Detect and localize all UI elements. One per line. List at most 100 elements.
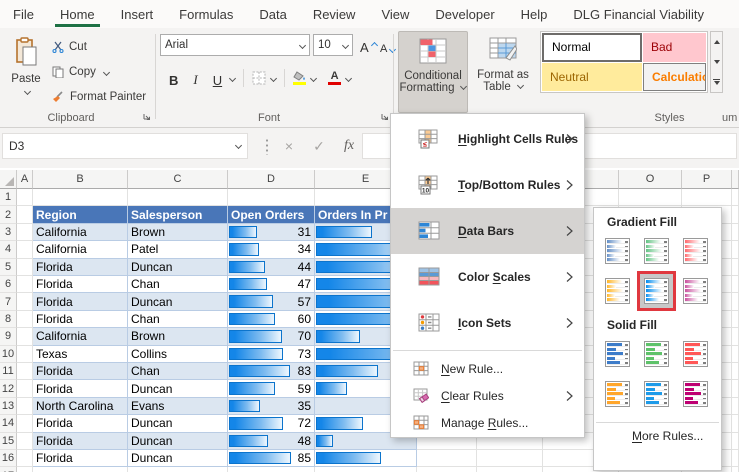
menu-item-rules[interactable]: Manage Rules... xyxy=(391,409,584,436)
row-header-2[interactable]: 2 xyxy=(0,206,17,223)
cell-B9[interactable]: California xyxy=(33,328,128,345)
cell-A14[interactable] xyxy=(17,415,33,432)
menu-item-scales[interactable]: Color Scales xyxy=(391,254,584,300)
style-cell-bad[interactable]: Bad xyxy=(643,33,706,62)
styles-gallery-down-icon[interactable] xyxy=(711,52,722,72)
cell-C15[interactable]: Duncan xyxy=(128,433,228,450)
underline-button[interactable]: U xyxy=(210,67,225,89)
cell-Q3[interactable] xyxy=(732,224,739,241)
font-color-dropdown-icon[interactable] xyxy=(345,74,352,81)
cell-A13[interactable] xyxy=(17,398,33,415)
column-header-O[interactable]: O xyxy=(619,170,682,189)
cell-D15[interactable]: 48 xyxy=(228,433,315,450)
solid-data-bar-swatch-3[interactable] xyxy=(676,334,715,374)
cell-C16[interactable]: Duncan xyxy=(128,450,228,467)
menu-item-new-rule[interactable]: New Rule... xyxy=(391,355,584,382)
cell-B6[interactable]: Florida xyxy=(33,276,128,293)
cell-Q2[interactable] xyxy=(732,206,739,223)
row-header-17[interactable]: 17 xyxy=(0,467,17,472)
cell-C2[interactable]: Salesperson xyxy=(128,206,228,223)
tab-developer[interactable]: Developer xyxy=(422,0,507,28)
cell-B17[interactable] xyxy=(33,467,128,472)
column-header-A[interactable]: A xyxy=(17,170,33,189)
cell-B12[interactable]: Florida xyxy=(33,380,128,397)
cell-B15[interactable]: Florida xyxy=(33,433,128,450)
column-header-B[interactable]: B xyxy=(33,170,128,189)
cell-Q9[interactable] xyxy=(732,328,739,345)
tab-file[interactable]: File xyxy=(0,0,47,28)
cell-A4[interactable] xyxy=(17,241,33,258)
cell-D3[interactable]: 31 xyxy=(228,224,315,241)
cell-Q10[interactable] xyxy=(732,346,739,363)
column-header-P[interactable]: P xyxy=(682,170,732,189)
row-header-3[interactable]: 3 xyxy=(0,224,17,241)
select-all-corner[interactable] xyxy=(0,170,17,189)
cell-P1[interactable] xyxy=(682,189,732,206)
row-header-4[interactable]: 4 xyxy=(0,241,17,258)
menu-item-icon-sets[interactable]: Icon Sets xyxy=(391,300,584,346)
menu-item-highlight-cells-rules[interactable]: ≤Highlight Cells Rules xyxy=(391,116,584,162)
style-cell-calculation[interactable]: Calculation xyxy=(643,63,706,92)
cell-B13[interactable]: North Carolina xyxy=(33,398,128,415)
gradient-data-bar-swatch-1[interactable] xyxy=(598,231,637,271)
cell-A15[interactable] xyxy=(17,433,33,450)
cell-C12[interactable]: Duncan xyxy=(128,380,228,397)
solid-data-bar-swatch-5[interactable] xyxy=(637,374,676,414)
clipboard-dialog-launcher-icon[interactable] xyxy=(142,112,152,122)
cell-B16[interactable]: Florida xyxy=(33,450,128,467)
cut-button[interactable]: Cut xyxy=(52,36,146,58)
enter-button[interactable]: ✓ xyxy=(306,133,332,159)
column-header-C[interactable]: C xyxy=(128,170,228,189)
name-box[interactable]: D3 xyxy=(2,133,248,159)
cell-A6[interactable] xyxy=(17,276,33,293)
solid-data-bar-swatch-2[interactable] xyxy=(637,334,676,374)
font-color-icon[interactable]: A xyxy=(328,71,341,86)
cell-C4[interactable]: Patel xyxy=(128,241,228,258)
cell-C6[interactable]: Chan xyxy=(128,276,228,293)
cell-Q4[interactable] xyxy=(732,241,739,258)
cell-E17[interactable] xyxy=(315,467,417,472)
cell-D9[interactable]: 70 xyxy=(228,328,315,345)
cell-A5[interactable] xyxy=(17,259,33,276)
gradient-data-bar-swatch-2[interactable] xyxy=(637,231,676,271)
cell-Q5[interactable] xyxy=(732,259,739,276)
row-header-8[interactable]: 8 xyxy=(0,311,17,328)
formula-bar-resizer[interactable] xyxy=(265,138,269,155)
cell-C17[interactable] xyxy=(128,467,228,472)
row-header-14[interactable]: 14 xyxy=(0,415,17,432)
cell-D13[interactable]: 35 xyxy=(228,398,315,415)
cell-A10[interactable] xyxy=(17,346,33,363)
solid-data-bar-swatch-6[interactable] xyxy=(676,374,715,414)
tab-insert[interactable]: Insert xyxy=(108,0,167,28)
cell-D2[interactable]: Open Orders xyxy=(228,206,315,223)
cell-C10[interactable]: Collins xyxy=(128,346,228,363)
cell-Q6[interactable] xyxy=(732,276,739,293)
style-cell-neutral[interactable]: Neutral xyxy=(542,63,642,92)
row-header-1[interactable]: 1 xyxy=(0,189,17,206)
cell-A7[interactable] xyxy=(17,293,33,310)
cell-C14[interactable]: Duncan xyxy=(128,415,228,432)
style-cell-normal[interactable]: Normal xyxy=(542,33,642,62)
cell-Q12[interactable] xyxy=(732,380,739,397)
tab-dlg-financial-viability[interactable]: DLG Financial Viability xyxy=(560,0,717,28)
name-box-dropdown-icon[interactable] xyxy=(235,141,242,148)
cell-D14[interactable]: 72 xyxy=(228,415,315,432)
column-header-D[interactable]: D xyxy=(228,170,315,189)
tab-formulas[interactable]: Formulas xyxy=(166,0,246,28)
cell-B10[interactable]: Texas xyxy=(33,346,128,363)
tab-help[interactable]: Help xyxy=(508,0,561,28)
solid-data-bar-swatch-4[interactable] xyxy=(598,374,637,414)
solid-data-bar-swatch-1[interactable] xyxy=(598,334,637,374)
format-painter-button[interactable]: Format Painter xyxy=(52,86,146,108)
cell-F16[interactable] xyxy=(417,450,477,467)
tab-view[interactable]: View xyxy=(368,0,422,28)
cell-Q15[interactable] xyxy=(732,433,739,450)
cell-B3[interactable]: California xyxy=(33,224,128,241)
gradient-data-bar-swatch-5[interactable] xyxy=(637,271,676,311)
cell-Q14[interactable] xyxy=(732,415,739,432)
row-header-9[interactable]: 9 xyxy=(0,328,17,345)
italic-button[interactable]: I xyxy=(190,67,200,89)
paste-button[interactable]: Paste xyxy=(6,31,46,113)
cell-Q11[interactable] xyxy=(732,363,739,380)
cell-G17[interactable] xyxy=(477,467,543,472)
